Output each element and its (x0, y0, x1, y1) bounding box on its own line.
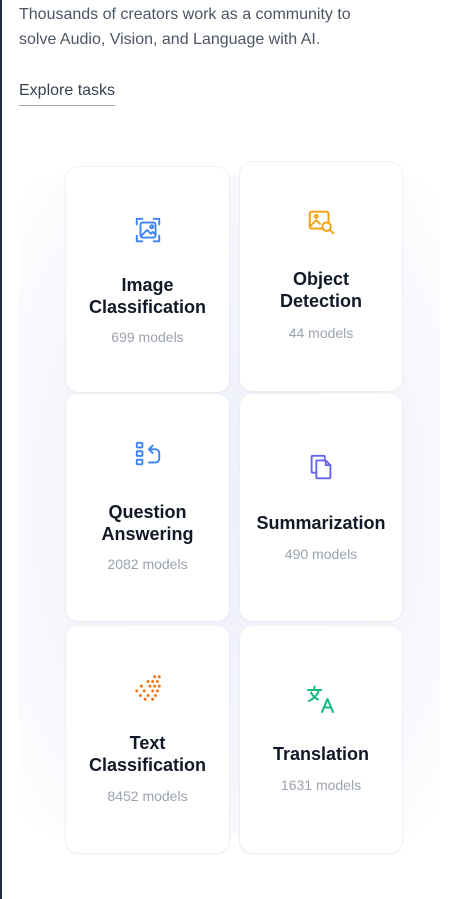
task-title-line-2: Classification (88, 755, 207, 775)
task-card-translation[interactable]: Translation 1631 models (240, 626, 402, 853)
task-title: Image Classification (66, 274, 229, 318)
task-title: Summarization (240, 512, 402, 534)
task-title-line-1: Question (108, 502, 187, 522)
task-model-count: 2082 models (107, 556, 188, 572)
task-card-object-detection[interactable]: Object Detection 44 models (240, 162, 402, 391)
task-title: Object Detection (240, 268, 402, 312)
task-title-line-1: Text (129, 733, 166, 753)
intro-line-1: Thousands of creators work as a communit… (19, 6, 351, 23)
task-model-count: 699 models (111, 329, 184, 345)
task-model-count: 1631 models (280, 777, 362, 793)
task-title-line-2: Answering (101, 524, 194, 544)
task-card-summarization[interactable]: Summarization 490 models (240, 394, 402, 621)
task-title: Question Answering (66, 501, 229, 545)
task-title-line-1: Summarization (256, 513, 386, 533)
intro-text: Thousands of creators work as a communit… (19, 2, 419, 52)
task-title-line-2: Detection (279, 291, 362, 311)
left-border (0, 0, 2, 899)
task-model-count: 8452 models (107, 788, 188, 804)
image-classification-icon (135, 217, 160, 243)
task-title-line-1: Translation (272, 744, 370, 764)
summarization-icon (310, 454, 332, 480)
task-title: Translation (240, 743, 402, 765)
task-model-count: 490 models (284, 546, 358, 562)
question-answering-icon (135, 441, 160, 466)
task-title-line-2: Classification (88, 297, 207, 317)
text-classification-icon (134, 675, 161, 701)
translation-icon (307, 685, 334, 713)
intro-line-2: solve Audio, Vision, and Language with A… (19, 31, 321, 48)
task-card-question-answering[interactable]: Question Answering 2082 models (66, 394, 229, 621)
explore-tasks-link[interactable]: Explore tasks (19, 80, 116, 106)
task-title: Text Classification (66, 732, 229, 776)
task-title-line-1: Image (121, 275, 174, 295)
task-title-line-1: Object (292, 269, 349, 289)
task-model-count: 44 models (288, 325, 354, 341)
task-card-text-classification[interactable]: Text Classification 8452 models (66, 626, 229, 853)
object-detection-icon (308, 210, 335, 235)
task-card-image-classification[interactable]: Image Classification 699 models (66, 167, 229, 392)
